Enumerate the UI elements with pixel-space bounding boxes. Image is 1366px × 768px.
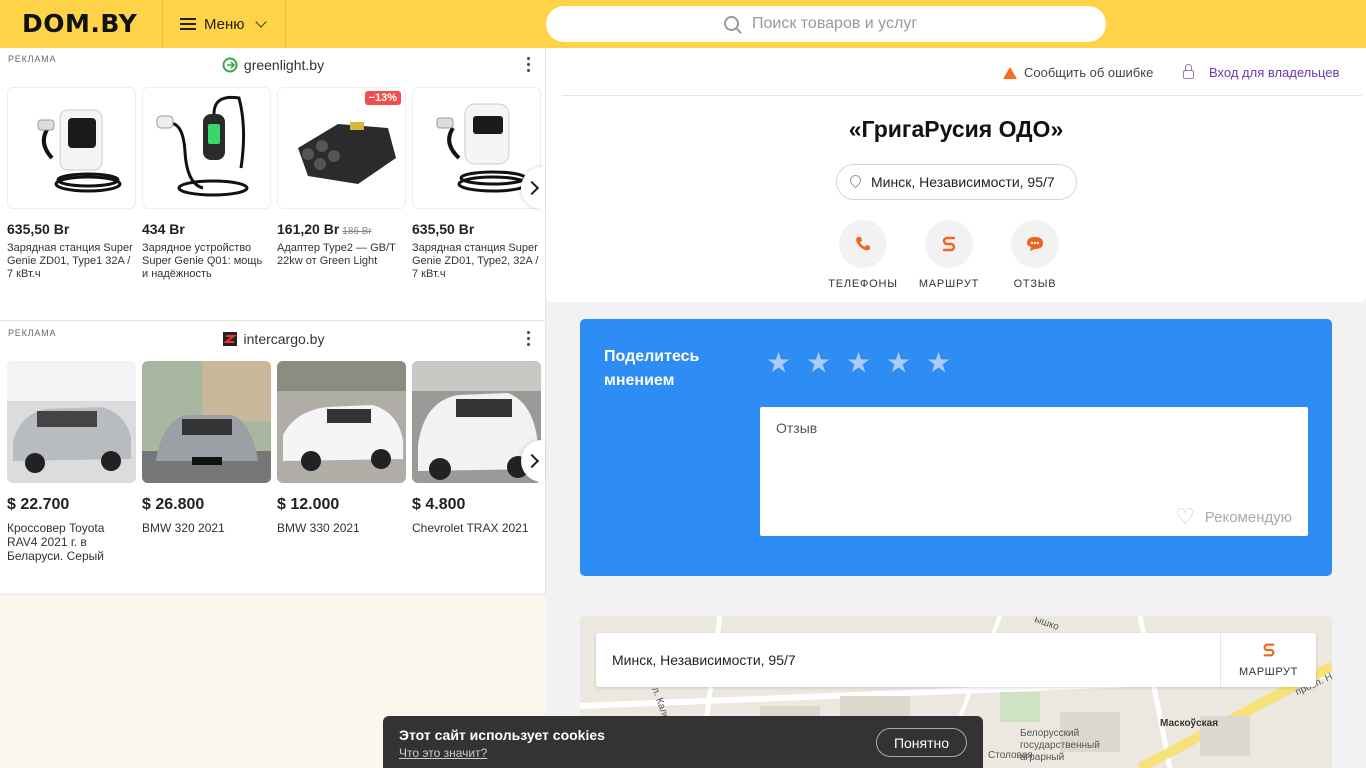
greenlight-logo-icon: [222, 57, 238, 73]
cookie-info-link[interactable]: Что это значит?: [399, 746, 487, 760]
ad-cards: 635,50 Br Зарядная станция Super Genie Z…: [7, 87, 547, 281]
product-image: −13%: [277, 87, 406, 209]
search-icon: [724, 16, 739, 31]
address-button[interactable]: Минск, Независимости, 95/7: [836, 164, 1077, 200]
product-title: Chevrolet TRAX 2021: [412, 521, 529, 535]
product-title: Зарядная станция Super Genie ZD01, Type1…: [7, 242, 133, 280]
map-label-university: Белорусский государственный аграрный: [1020, 728, 1100, 763]
car-image: [7, 361, 136, 483]
product-image: [142, 87, 271, 209]
product-title: Зарядная станция Super Genie ZD01, Type2…: [412, 242, 539, 280]
map-pin-icon: [847, 172, 864, 189]
ad-block-greenlight: РЕКЛАМА greenlight.by 635,50 Br Зарядная…: [0, 48, 546, 321]
route-button[interactable]: МАРШРУТ: [906, 220, 992, 290]
product-price: $ 22.700: [7, 496, 70, 513]
search-input[interactable]: [752, 15, 1106, 33]
product-price: $ 4.800: [412, 496, 466, 513]
product-price: $ 26.800: [142, 496, 205, 513]
recommend-toggle[interactable]: ♡ Рекомендую: [1175, 504, 1292, 529]
ad-card[interactable]: $ 26.800 BMW 320 2021: [142, 361, 271, 563]
rating-stars: ★ ★ ★ ★ ★: [766, 349, 966, 377]
ad-source[interactable]: greenlight.by: [0, 57, 546, 73]
chevron-down-icon: [254, 15, 267, 28]
heart-icon: ♡: [1175, 504, 1195, 529]
company-card: Сообщить об ошибке Вход для владельцев «…: [546, 48, 1366, 302]
review-input-wrapper: ♡ Рекомендую: [760, 407, 1308, 536]
product-price: $ 12.000: [277, 496, 340, 513]
review-title: Поделитесь мнением: [604, 348, 700, 389]
product-title: Зарядное устройство Super Genie Q01: мощ…: [142, 242, 263, 280]
ad-card[interactable]: −13% 161,20 Br 186 Br Адаптер Type2 — GB/…: [277, 87, 406, 281]
warning-icon: [1003, 66, 1017, 79]
ad-block-intercargo: РЕКЛАМА intercargo.by $ 22.700 Кроссовер…: [0, 322, 546, 595]
intercargo-logo-icon: [222, 332, 237, 346]
ad-card[interactable]: 635,50 Br Зарядная станция Super Genie Z…: [7, 87, 136, 281]
hamburger-icon: [180, 18, 196, 30]
review-form: Поделитесь мнением ★ ★ ★ ★ ★ ♡ Рекоменду…: [580, 319, 1332, 576]
lock-icon: [1183, 64, 1194, 79]
chat-icon: [1011, 220, 1059, 268]
ad-card[interactable]: $ 12.000 BMW 330 2021: [277, 361, 406, 563]
product-title: BMW 330 2021: [277, 521, 360, 535]
product-price: 434 Br: [142, 221, 185, 237]
map-address: Минск, Независимости, 95/7: [612, 652, 796, 668]
product-price: 635,50 Br: [7, 221, 70, 237]
star-icon[interactable]: ★: [766, 349, 806, 377]
cookie-banner: Этот сайт использует cookies Что это зна…: [383, 716, 983, 768]
left-column: РЕКЛАМА greenlight.by 635,50 Br Зарядная…: [0, 48, 546, 768]
review-button[interactable]: ОТЗЫВ: [992, 220, 1078, 290]
product-image: [7, 87, 136, 209]
search-bar: [546, 6, 1106, 42]
product-title: Адаптер Type2 — GB/T 22kw от Green Light: [277, 242, 396, 267]
star-icon[interactable]: ★: [846, 349, 886, 377]
map-label-metro: Маскоўская: [1160, 718, 1219, 729]
product-title: BMW 320 2021: [142, 521, 225, 535]
product-price: 635,50 Br: [412, 221, 475, 237]
ad-card[interactable]: 434 Br Зарядное устройство Super Genie Q…: [142, 87, 271, 281]
more-options-icon[interactable]: [527, 331, 531, 347]
company-actions: ТЕЛЕФОНЫ МАРШРУТ ОТЗЫВ: [820, 220, 1078, 290]
discount-badge: −13%: [364, 91, 401, 105]
owner-login-link[interactable]: Вход для владельцев: [1183, 64, 1339, 80]
cookie-title: Этот сайт использует cookies: [399, 727, 605, 743]
map-address-bar: Минск, Независимости, 95/7 МАРШРУТ: [596, 633, 1316, 687]
menu-label: Меню: [204, 15, 245, 33]
page-title: «ГригаРусия ОДО»: [848, 116, 1064, 142]
divider: [562, 95, 1362, 96]
menu-button[interactable]: Меню: [162, 0, 286, 48]
report-error-link[interactable]: Сообщить об ошибке: [1003, 65, 1153, 80]
route-icon: [1221, 641, 1316, 662]
route-icon: [925, 220, 973, 268]
car-image: [277, 361, 406, 483]
map-route-button[interactable]: МАРШРУТ: [1220, 633, 1316, 687]
site-logo[interactable]: DOM.BY: [22, 9, 137, 38]
star-icon[interactable]: ★: [926, 349, 966, 377]
car-image: [142, 361, 271, 483]
ad-source[interactable]: intercargo.by: [0, 331, 546, 347]
cookie-accept-button[interactable]: Понятно: [876, 728, 967, 757]
more-options-icon[interactable]: [527, 57, 531, 73]
product-title: Кроссовер Toyota RAV4 2021 г. в Беларуси…: [7, 521, 105, 563]
phones-button[interactable]: ТЕЛЕФОНЫ: [820, 220, 906, 290]
ad-cards: $ 22.700 Кроссовер Toyota RAV4 2021 г. в…: [7, 361, 547, 563]
product-price: 161,20 Br 186 Br: [277, 221, 372, 237]
top-bar: DOM.BY Меню: [0, 0, 1366, 48]
ad-card[interactable]: $ 22.700 Кроссовер Toyota RAV4 2021 г. в…: [7, 361, 136, 563]
map-label-canteen: Столовая: [988, 750, 1033, 761]
star-icon[interactable]: ★: [806, 349, 846, 377]
star-icon[interactable]: ★: [886, 349, 926, 377]
phone-icon: [839, 220, 887, 268]
old-price: 186 Br: [342, 226, 372, 237]
